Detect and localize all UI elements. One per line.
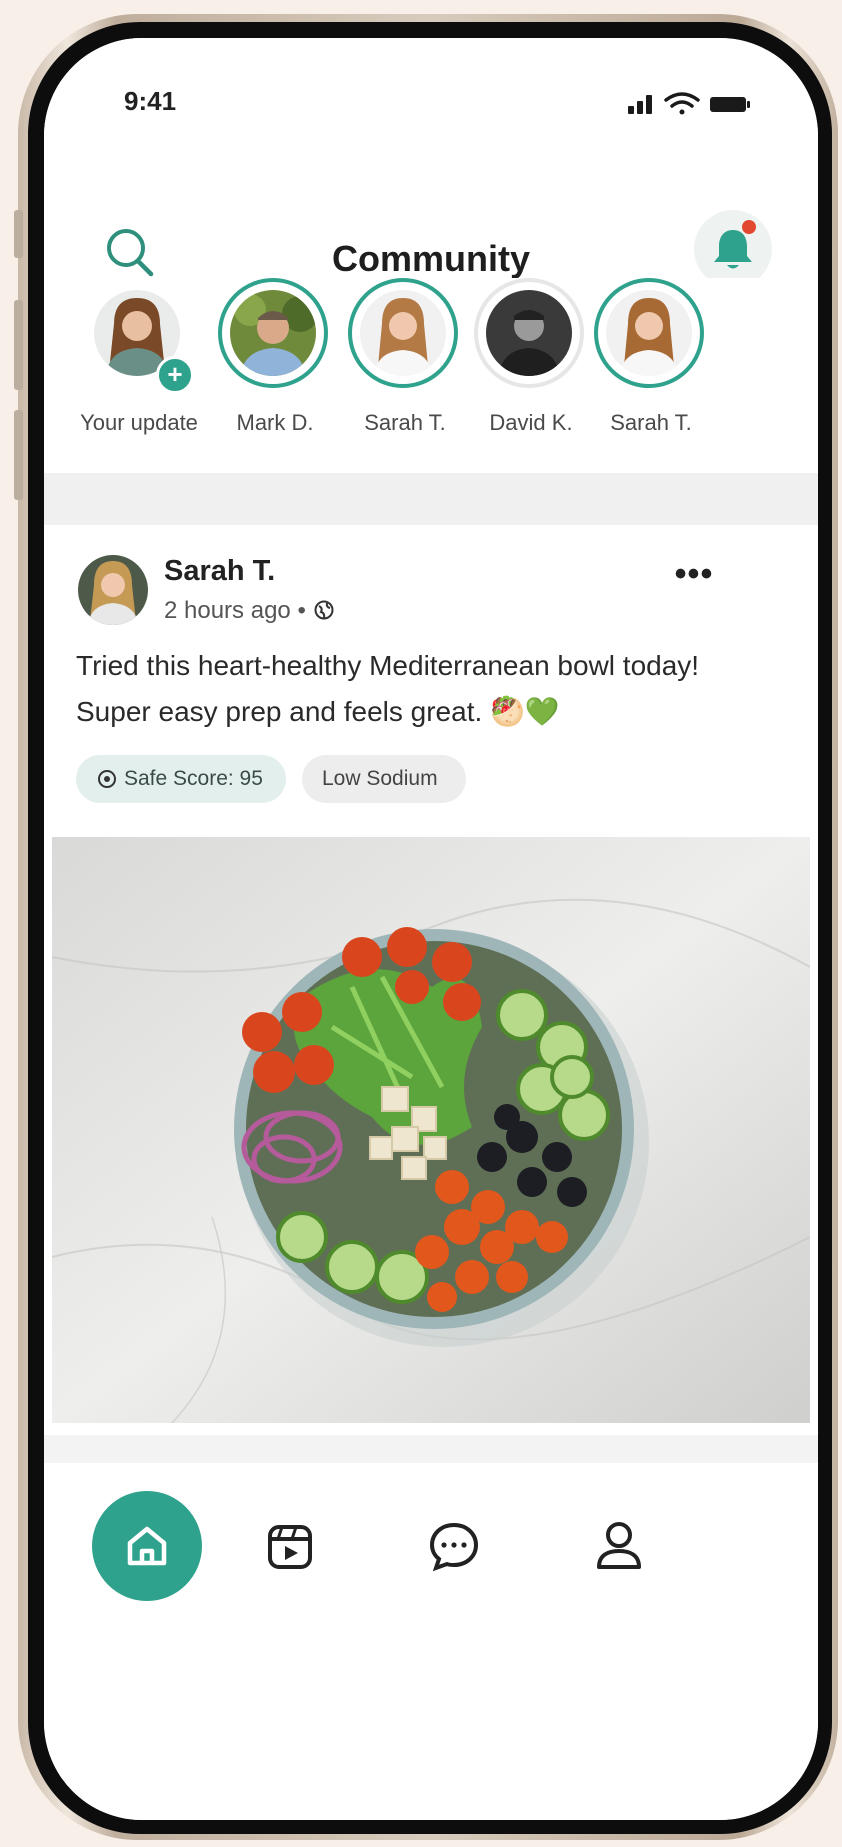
stories-row: + Your update Mark D. Sarah T. David K. …	[44, 278, 818, 473]
bell-icon	[714, 230, 752, 269]
nav-home-button[interactable]	[92, 1491, 202, 1601]
notifications-button[interactable]	[694, 210, 772, 288]
meta-separator: •	[297, 597, 306, 624]
avatar	[606, 290, 692, 376]
avatar	[230, 290, 316, 376]
avatar	[360, 290, 446, 376]
status-icons	[628, 92, 750, 115]
safe-score-label: Safe Score: 95	[124, 767, 263, 790]
story-name: Mark D.	[236, 410, 314, 435]
add-story-icon: +	[156, 356, 194, 394]
story-name: Sarah T.	[610, 410, 692, 435]
status-time: 9:41	[124, 86, 177, 116]
post-text: Tried this heart-healthy Mediterranean b…	[76, 650, 700, 727]
reels-icon	[268, 1525, 312, 1569]
target-icon	[98, 770, 116, 788]
story-ring	[474, 278, 584, 388]
chat-icon	[429, 1522, 479, 1572]
post-author-name[interactable]: Sarah T.	[164, 555, 275, 588]
side-button	[14, 300, 23, 390]
post-time: 2 hours ago	[164, 597, 291, 624]
home-icon	[127, 1526, 167, 1566]
app-header: Community	[44, 128, 818, 288]
nav-profile-button[interactable]	[564, 1491, 674, 1601]
nav-reels-button[interactable]	[236, 1491, 346, 1601]
bottom-nav	[44, 1463, 818, 1820]
signal-icon	[628, 95, 652, 114]
post-card: Sarah T. 2 hours ago • ••• Tried this he…	[44, 525, 818, 1435]
globe-icon	[314, 600, 334, 620]
app-screen: 9:41 Community + Your update Mark D. Sar…	[44, 38, 818, 1820]
section-divider	[44, 473, 818, 525]
avatar	[486, 290, 572, 376]
story-name: Your update	[80, 410, 198, 435]
safe-score-badge[interactable]: Safe Score: 95	[76, 755, 286, 803]
wifi-icon	[664, 92, 700, 115]
post-meta: 2 hours ago •	[164, 597, 335, 625]
post-image[interactable]	[52, 837, 810, 1423]
post-author-avatar[interactable]	[78, 555, 148, 625]
side-button	[14, 410, 23, 500]
story-ring	[218, 278, 328, 388]
side-button	[14, 210, 23, 258]
notification-dot	[742, 220, 756, 234]
low-sodium-tag[interactable]: Low Sodium	[302, 755, 466, 803]
status-bar: 9:41	[44, 38, 818, 128]
battery-icon	[710, 97, 750, 112]
nav-chat-button[interactable]	[399, 1491, 509, 1601]
more-options-button[interactable]: •••	[664, 555, 724, 595]
story-ring	[348, 278, 458, 388]
story-ring	[594, 278, 704, 388]
profile-icon	[597, 1522, 641, 1569]
salad-bowl-image	[52, 837, 810, 1423]
